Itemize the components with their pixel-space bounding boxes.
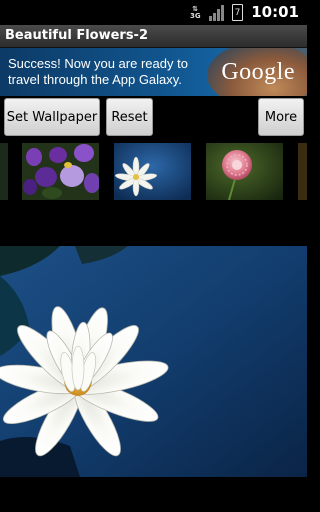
app-title: Beautiful Flowers-2	[5, 28, 148, 43]
thumbnail-water-lily[interactable]	[114, 143, 191, 200]
network-type-icon: ⇅ 3G	[190, 4, 201, 20]
signal-strength-icon	[209, 4, 224, 21]
button-bar: Set Wallpaper Reset More	[0, 96, 307, 138]
battery-level: 7	[234, 8, 241, 18]
ad-line-1: Success! Now you are ready to	[8, 56, 188, 71]
crocus-image	[22, 143, 99, 200]
status-bar: ⇅ 3G 7 10:01	[0, 0, 307, 25]
ad-text: Success! Now you are ready to travel thr…	[8, 56, 208, 88]
water-lily-preview-image	[0, 246, 307, 477]
wallpaper-preview	[0, 246, 307, 477]
battery-icon: 7	[232, 4, 243, 21]
water-lily-thumb-image	[114, 143, 191, 200]
ad-line-2: travel through the App Galaxy.	[8, 72, 182, 87]
dahlia-thumb-image	[206, 143, 283, 200]
thumbnail-partial-right[interactable]	[298, 143, 307, 200]
thumbnail-pink-dahlia[interactable]	[206, 143, 283, 200]
ad-banner[interactable]: Success! Now you are ready to travel thr…	[0, 48, 307, 96]
title-bar: Beautiful Flowers-2	[0, 25, 307, 48]
thumbnail-purple-crocus[interactable]	[22, 143, 99, 200]
thumbnail-partial-left[interactable]	[0, 143, 8, 200]
set-wallpaper-button[interactable]: Set Wallpaper	[4, 98, 100, 136]
clock: 10:01	[251, 3, 299, 21]
reset-button[interactable]: Reset	[106, 98, 153, 136]
status-icons: ⇅ 3G 7	[190, 4, 243, 21]
more-button[interactable]: More	[258, 98, 304, 136]
thumbnail-strip[interactable]	[0, 141, 307, 201]
google-logo: Google	[221, 59, 295, 85]
